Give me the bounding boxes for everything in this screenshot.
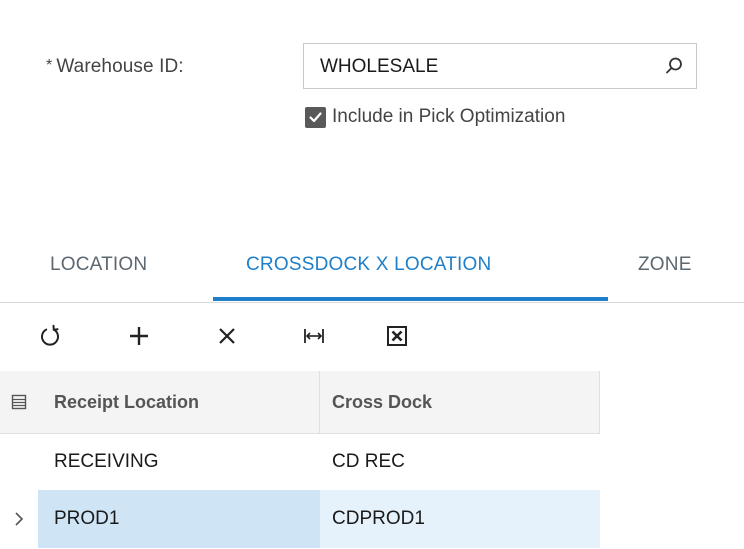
active-tab-indicator: [213, 297, 608, 301]
column-header-receipt-location[interactable]: Receipt Location: [38, 371, 320, 433]
export-excel-button[interactable]: [382, 321, 412, 351]
include-pick-optimization-label: Include in Pick Optimization: [332, 106, 566, 127]
warehouse-id-label-text: Warehouse ID:: [56, 56, 184, 77]
tab-bar: LOCATION CROSSDOCK X LOCATION ZONE: [0, 236, 744, 303]
cross-dock-cell[interactable]: CD REC: [320, 434, 600, 490]
tab-location[interactable]: LOCATION: [50, 254, 147, 276]
warehouse-id-label: * Warehouse ID:: [46, 56, 184, 78]
include-pick-optimization-checkbox[interactable]: [305, 106, 326, 128]
fit-to-screen-icon: [304, 329, 324, 343]
row-marker: [0, 490, 38, 548]
add-icon: [130, 327, 148, 345]
refresh-button[interactable]: [35, 321, 65, 351]
tab-crossdock-x-location[interactable]: CROSSDOCK X LOCATION: [246, 254, 491, 276]
delete-icon: [219, 328, 235, 344]
warehouse-id-value: WHOLESALE: [320, 56, 439, 77]
row-marker: [0, 434, 38, 490]
search-icon[interactable]: [664, 56, 684, 76]
warehouse-form: * Warehouse ID: WHOLESALE Include in Pick…: [0, 0, 744, 236]
tab-zone[interactable]: ZONE: [638, 254, 692, 276]
column-chooser-cell[interactable]: [0, 371, 38, 433]
column-settings-icon: [11, 394, 27, 410]
table-row[interactable]: PROD1 CDPROD1: [0, 490, 600, 548]
add-row-button[interactable]: [124, 321, 154, 351]
refresh-icon: [41, 324, 59, 346]
column-header-cross-dock[interactable]: Cross Dock: [320, 371, 600, 433]
crossdock-grid: Receipt Location Cross Dock RECEIVING CD…: [0, 371, 600, 548]
delete-row-button[interactable]: [212, 321, 242, 351]
required-marker: *: [46, 57, 53, 74]
fit-to-screen-button[interactable]: [299, 321, 329, 351]
export-excel-icon: [387, 326, 407, 346]
grid-toolbar: [0, 303, 744, 371]
receipt-location-cell[interactable]: RECEIVING: [38, 434, 320, 490]
grid-header-row: Receipt Location Cross Dock: [0, 371, 600, 434]
checkmark-icon: [309, 111, 322, 122]
cross-dock-cell[interactable]: CDPROD1: [320, 490, 600, 548]
receipt-location-cell[interactable]: PROD1: [38, 490, 320, 548]
chevron-right-icon: [15, 512, 24, 526]
include-pick-optimization-row[interactable]: Include in Pick Optimization: [305, 106, 565, 128]
table-row[interactable]: RECEIVING CD REC: [0, 434, 600, 490]
warehouse-id-input[interactable]: WHOLESALE: [303, 43, 697, 89]
